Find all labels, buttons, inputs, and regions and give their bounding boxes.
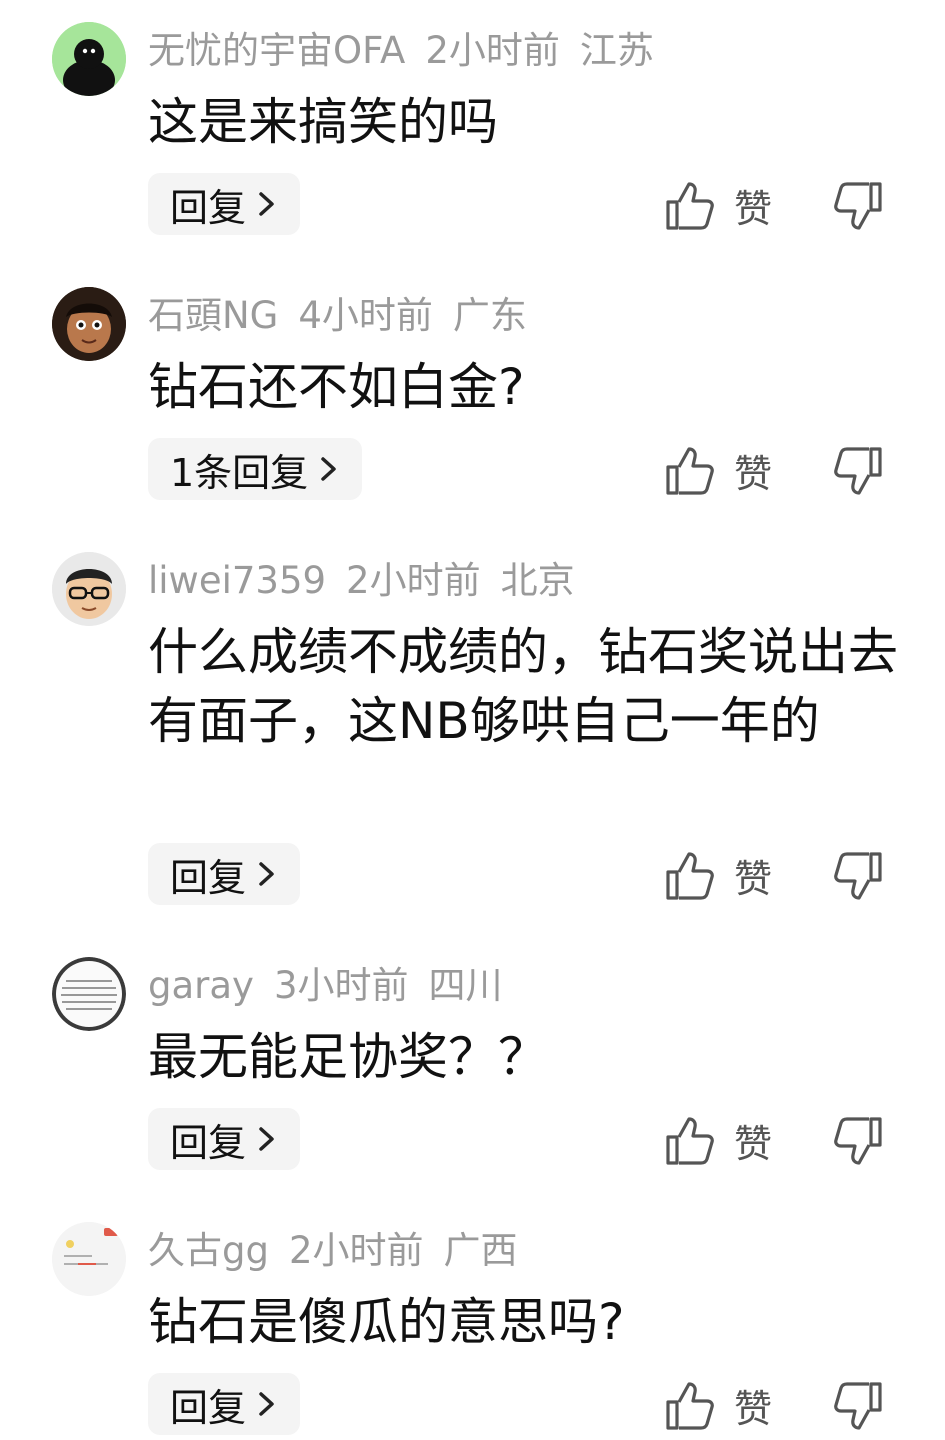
comment-text: 钻石是傻瓜的意思吗?: [148, 1293, 625, 1351]
chevron-right-icon: [259, 1127, 274, 1151]
comment-meta: 久古gg 2小时前 广西: [148, 1232, 518, 1269]
like-label: 赞: [734, 1387, 773, 1431]
comment-meta: 无忧的宇宙OFA 2小时前 江苏: [148, 32, 654, 69]
like-label: 赞: [734, 1122, 773, 1166]
timestamp: 3小时前: [273, 964, 409, 1007]
dislike-button[interactable]: [832, 445, 884, 497]
reply-button[interactable]: 回复: [148, 843, 301, 905]
reply-label: 回复: [170, 185, 247, 230]
thumbs-down-icon: [834, 852, 882, 900]
username[interactable]: 久古gg: [148, 1232, 269, 1269]
location: 四川: [428, 964, 503, 1007]
reply-label: 回复: [170, 855, 247, 900]
username[interactable]: 石頭NG: [148, 297, 278, 334]
username[interactable]: garay: [148, 967, 254, 1004]
thumbs-up-icon: [666, 1116, 714, 1165]
like-button[interactable]: 赞: [664, 848, 772, 903]
chevron-right-icon: [259, 1392, 274, 1416]
comment-meta: garay 3小时前 四川: [148, 967, 503, 1004]
avatar[interactable]: [52, 552, 126, 626]
comment-text: 这是来搞笑的吗: [148, 93, 498, 151]
location: 北京: [500, 559, 575, 602]
thumbs-down-icon: [834, 1382, 882, 1430]
location: 广东: [452, 294, 527, 337]
reply-button[interactable]: 1条回复: [148, 438, 363, 500]
thumbs-up-icon: [666, 1381, 714, 1430]
dislike-button[interactable]: [832, 1115, 884, 1167]
comment-meta: liwei7359 2小时前 北京: [148, 562, 575, 599]
thumbs-up-icon: [666, 446, 714, 495]
reply-label: 1条回复: [170, 450, 309, 495]
reply-label: 回复: [170, 1385, 247, 1430]
reply-button[interactable]: 回复: [148, 1373, 301, 1435]
location: 广西: [443, 1229, 518, 1272]
like-label: 赞: [734, 857, 773, 901]
chevron-right-icon: [259, 862, 274, 886]
comment-text: 什么成绩不成绩的，钻石奖说出去有面子，这NB够哄自己一年的: [148, 623, 898, 750]
thumbs-down-icon: [834, 1117, 882, 1165]
dislike-button[interactable]: [832, 1380, 884, 1432]
reply-button[interactable]: 回复: [148, 1108, 301, 1170]
reply-label: 回复: [170, 1120, 247, 1165]
dislike-button[interactable]: [832, 850, 884, 902]
avatar[interactable]: [52, 287, 126, 361]
timestamp: 2小时前: [288, 1229, 424, 1272]
timestamp: 2小时前: [346, 559, 481, 602]
username[interactable]: liwei7359: [148, 562, 326, 599]
avatar[interactable]: [52, 1222, 126, 1296]
like-button[interactable]: 赞: [664, 1378, 772, 1433]
location: 江苏: [579, 29, 654, 72]
comment-text: 钻石还不如白金?: [148, 358, 525, 416]
thumbs-down-icon: [834, 447, 882, 495]
timestamp: 4小时前: [298, 294, 433, 337]
reply-button[interactable]: 回复: [148, 173, 301, 235]
like-label: 赞: [734, 187, 773, 231]
username[interactable]: 无忧的宇宙OFA: [148, 32, 405, 69]
chevron-right-icon: [259, 192, 274, 216]
comment-list: 无忧的宇宙OFA 2小时前 江苏 这是来搞笑的吗 回复 赞 石頭NG 4小时前 …: [0, 0, 945, 1440]
like-label: 赞: [734, 452, 773, 496]
comment-text: 最无能足协奖？？: [148, 1028, 548, 1086]
avatar[interactable]: [52, 957, 126, 1031]
comment-meta: 石頭NG 4小时前 广东: [148, 297, 527, 334]
dislike-button[interactable]: [832, 180, 884, 232]
thumbs-up-icon: [666, 181, 714, 230]
like-button[interactable]: 赞: [664, 178, 772, 233]
like-button[interactable]: 赞: [664, 443, 772, 498]
like-button[interactable]: 赞: [664, 1113, 772, 1168]
chevron-right-icon: [321, 457, 336, 481]
timestamp: 2小时前: [425, 29, 560, 72]
thumbs-up-icon: [666, 851, 714, 900]
avatar[interactable]: [52, 22, 126, 96]
thumbs-down-icon: [834, 182, 882, 230]
